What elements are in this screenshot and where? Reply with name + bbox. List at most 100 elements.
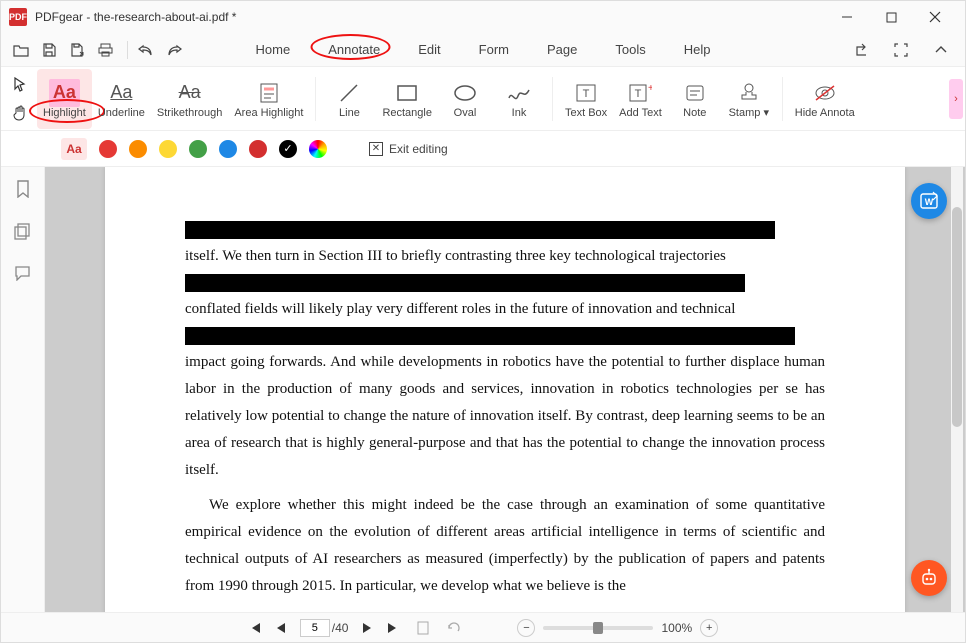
undo-button[interactable]	[134, 38, 158, 62]
menu-bar: Home Annotate Edit Form Page Tools Help	[250, 38, 717, 61]
page-input[interactable]	[300, 619, 330, 637]
app-window: PDF PDFgear - the-research-about-ai.pdf …	[0, 0, 966, 643]
tool-add-text[interactable]: T+ Add Text	[613, 69, 668, 129]
highlight-sample: Aa	[61, 138, 87, 160]
swatch-custom-color[interactable]	[309, 140, 327, 158]
svg-text:T: T	[635, 88, 642, 100]
save-as-button[interactable]	[65, 38, 89, 62]
body-text: We explore whether this might indeed be …	[185, 492, 825, 600]
eye-off-icon	[813, 79, 837, 107]
fit-page-button[interactable]	[416, 620, 430, 636]
svg-text:W: W	[925, 197, 934, 207]
color-bar: Aa ✓ ✕ Exit editing	[1, 131, 965, 167]
convert-to-word-button[interactable]: W	[911, 183, 947, 219]
tool-oval-label: Oval	[454, 107, 477, 119]
oval-icon	[453, 79, 477, 107]
menu-home[interactable]: Home	[250, 38, 297, 61]
save-button[interactable]	[37, 38, 61, 62]
main-area: itself. We then turn in Section III to b…	[1, 167, 965, 612]
tool-hide-annotations-label: Hide Annota	[795, 107, 855, 119]
last-page-button[interactable]	[386, 622, 400, 634]
vertical-scrollbar[interactable]	[951, 167, 963, 612]
window-title: PDFgear - the-research-about-ai.pdf *	[35, 10, 236, 24]
add-text-icon: T+	[628, 79, 652, 107]
tool-line-label: Line	[339, 107, 360, 119]
swatch-darkred[interactable]	[249, 140, 267, 158]
tool-oval[interactable]: Oval	[438, 69, 492, 129]
body-text: itself. We then turn in Section III to b…	[185, 243, 825, 270]
ai-assistant-button[interactable]	[911, 560, 947, 596]
menu-annotate[interactable]: Annotate	[322, 38, 386, 61]
tool-rectangle[interactable]: Rectangle	[376, 69, 438, 129]
line-icon	[338, 79, 360, 107]
exit-editing-button[interactable]: ✕ Exit editing	[369, 142, 448, 156]
tool-highlight[interactable]: Aa Highlight	[37, 69, 92, 129]
fullscreen-button[interactable]	[889, 38, 913, 62]
print-button[interactable]	[93, 38, 117, 62]
tool-stamp[interactable]: Stamp ▾	[722, 69, 776, 129]
highlight-icon: Aa	[49, 79, 80, 107]
swatch-yellow[interactable]	[159, 140, 177, 158]
scrollbar-thumb[interactable]	[952, 207, 962, 427]
swatch-orange[interactable]	[129, 140, 147, 158]
first-page-button[interactable]	[248, 622, 262, 634]
swatch-red[interactable]	[99, 140, 117, 158]
zoom-slider[interactable]	[543, 626, 653, 630]
comments-panel-button[interactable]	[11, 261, 35, 285]
tool-text-box-label: Text Box	[565, 107, 607, 119]
redo-button[interactable]	[162, 38, 186, 62]
tool-ink[interactable]: Ink	[492, 69, 546, 129]
menu-form[interactable]: Form	[473, 38, 515, 61]
document-viewport[interactable]: itself. We then turn in Section III to b…	[45, 167, 965, 612]
tool-underline[interactable]: Aa Underline	[92, 69, 151, 129]
swatch-green[interactable]	[189, 140, 207, 158]
tool-line[interactable]: Line	[322, 69, 376, 129]
prev-page-button[interactable]	[276, 622, 286, 634]
tool-underline-label: Underline	[98, 107, 145, 119]
redaction-bar	[185, 274, 745, 292]
minimize-button[interactable]	[825, 1, 869, 33]
zoom-slider-knob[interactable]	[593, 622, 603, 634]
pdf-page: itself. We then turn in Section III to b…	[105, 167, 905, 612]
zoom-in-button[interactable]: +	[700, 619, 718, 637]
menu-page[interactable]: Page	[541, 38, 583, 61]
text-box-icon: T	[575, 79, 597, 107]
collapse-ribbon-button[interactable]	[929, 38, 953, 62]
next-page-button[interactable]	[362, 622, 372, 634]
rectangle-icon	[396, 79, 418, 107]
swatch-blue[interactable]	[219, 140, 237, 158]
menu-edit[interactable]: Edit	[412, 38, 446, 61]
zoom-controls: − 100% +	[517, 619, 718, 637]
swatch-black-selected[interactable]: ✓	[279, 140, 297, 158]
tool-note[interactable]: Note	[668, 69, 722, 129]
close-button[interactable]	[913, 1, 957, 33]
svg-text:+: +	[648, 83, 652, 94]
ink-icon	[507, 79, 531, 107]
share-button[interactable]	[849, 38, 873, 62]
tool-note-label: Note	[683, 107, 706, 119]
titlebar: PDF PDFgear - the-research-about-ai.pdf …	[1, 1, 965, 33]
rotate-button[interactable]	[446, 620, 461, 635]
tool-area-highlight[interactable]: Area Highlight	[228, 69, 309, 129]
tool-strikethrough-label: Strikethrough	[157, 107, 222, 119]
menu-help[interactable]: Help	[678, 38, 717, 61]
hand-tool[interactable]	[9, 102, 31, 124]
tool-text-box[interactable]: T Text Box	[559, 69, 613, 129]
tool-rectangle-label: Rectangle	[382, 107, 432, 119]
stamp-icon	[739, 78, 759, 106]
zoom-out-button[interactable]: −	[517, 619, 535, 637]
menu-tools[interactable]: Tools	[609, 38, 651, 61]
tool-hide-annotations[interactable]: Hide Annota	[789, 69, 861, 129]
pointer-tool[interactable]	[9, 74, 31, 96]
thumbnails-panel-button[interactable]	[11, 219, 35, 243]
maximize-button[interactable]	[869, 1, 913, 33]
ribbon-scroll-right[interactable]: ›	[949, 79, 963, 119]
tool-strikethrough[interactable]: Aa Strikethrough	[151, 69, 228, 129]
open-button[interactable]	[9, 38, 33, 62]
redaction-bar	[185, 327, 795, 345]
page-nav: /40	[248, 619, 401, 637]
bookmarks-panel-button[interactable]	[11, 177, 35, 201]
quick-access-bar: Home Annotate Edit Form Page Tools Help	[1, 33, 965, 67]
page-indicator: /40	[300, 619, 349, 637]
app-icon: PDF	[9, 8, 27, 26]
